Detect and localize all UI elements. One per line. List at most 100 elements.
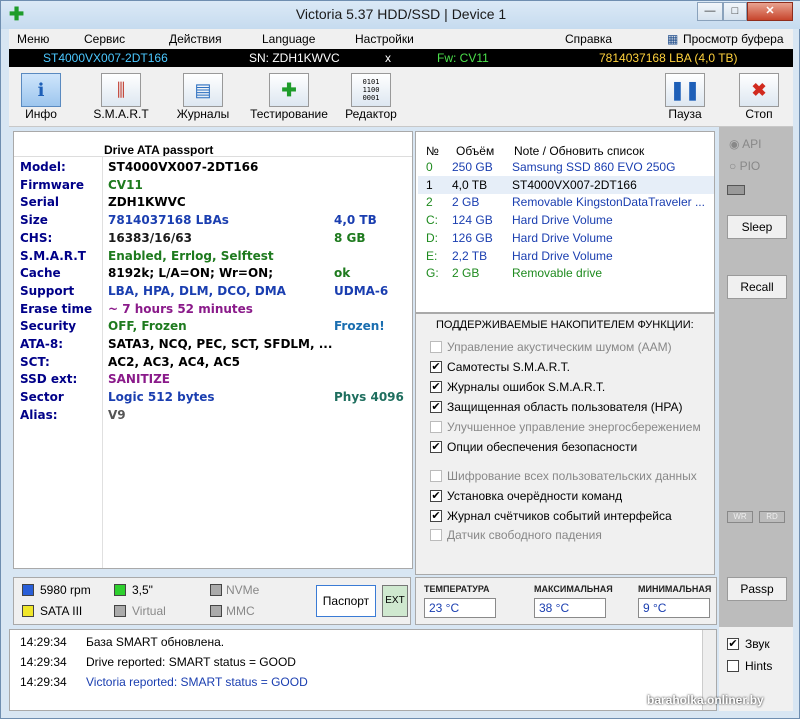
device-note: Hard Drive Volume bbox=[512, 248, 613, 263]
size-label: 3,5" bbox=[132, 583, 153, 597]
buffer-viewer-icon[interactable]: ▦ bbox=[667, 32, 678, 46]
menu-item-service[interactable]: Сервис bbox=[84, 32, 125, 46]
device-n: 1 bbox=[426, 177, 433, 192]
device-n: C: bbox=[426, 213, 438, 228]
checkbox-icon: ✔ bbox=[430, 381, 442, 393]
passport-label: Sector bbox=[20, 390, 64, 405]
passport-value: Logic 512 bytes bbox=[108, 390, 215, 405]
radio-icon: ○ bbox=[729, 159, 737, 173]
title-bar: ✚ Victoria 5.37 HDD/SSD | Device 1 — □ ✕ bbox=[1, 1, 800, 29]
passport-label: CHS: bbox=[20, 230, 53, 245]
device-row[interactable]: D: 126 GB Hard Drive Volume bbox=[418, 229, 714, 247]
passport-panel: Drive ATA passport Model: ST4000VX007-2DT… bbox=[13, 131, 413, 569]
device-row[interactable]: C: 124 GB Hard Drive Volume bbox=[418, 211, 714, 229]
maximize-button[interactable]: □ bbox=[723, 2, 747, 21]
col-num[interactable]: № bbox=[426, 144, 439, 158]
passport-row: Serial ZDH1KWVC bbox=[14, 193, 412, 211]
col-note[interactable]: Note / Обновить список bbox=[514, 144, 644, 158]
log-time: 14:29:34 bbox=[20, 635, 67, 649]
logs-button[interactable]: ▤ Журналы bbox=[175, 73, 231, 121]
minimize-button[interactable]: — bbox=[697, 2, 723, 21]
passport-label: Security bbox=[20, 319, 77, 334]
column-divider bbox=[102, 156, 103, 568]
testing-button[interactable]: ✚ Тестирование bbox=[249, 73, 329, 121]
passport-row: Cache 8192k; L/A=ON; Wr=ON; ok bbox=[14, 264, 412, 282]
editor-binary-icon: 0101 1100 0001 bbox=[351, 73, 391, 107]
device-note: Samsung SSD 860 EVO 250G bbox=[512, 160, 676, 174]
editor-button[interactable]: 0101 1100 0001 Редактор bbox=[343, 73, 399, 121]
main-window: ✚ Victoria 5.37 HDD/SSD | Device 1 — □ ✕… bbox=[0, 0, 800, 719]
stop-x-icon: ✖ bbox=[739, 73, 779, 107]
legend-panel: 5980 rpm 3,5" NVMe SATA III Virtual MMC … bbox=[13, 577, 411, 625]
sata-label: SATA III bbox=[40, 604, 83, 618]
device-note: Hard Drive Volume bbox=[512, 213, 613, 228]
passport-label: S.M.A.R.T bbox=[20, 248, 86, 263]
infobar-lba: 7814037168 LBA (4,0 TB) bbox=[599, 51, 738, 65]
passport-label: SSD ext: bbox=[20, 372, 78, 387]
col-size[interactable]: Объём bbox=[456, 144, 494, 158]
sleep-button[interactable]: Sleep bbox=[727, 215, 787, 239]
infobar-serial: SN: ZDH1KWVC bbox=[249, 51, 340, 65]
passport-row: Support LBA, HPA, DLM, DCO, DMA UDMA-6 bbox=[14, 282, 412, 300]
device-n: 0 bbox=[426, 160, 433, 174]
passport-title: Drive ATA passport bbox=[104, 143, 214, 157]
passport-row: SSD ext: SANITIZE bbox=[14, 370, 412, 388]
device-n: E: bbox=[426, 248, 438, 263]
menu-item-help[interactable]: Справка bbox=[565, 32, 612, 46]
close-button[interactable]: ✕ bbox=[747, 2, 793, 21]
ext-button[interactable]: EXT bbox=[382, 585, 408, 617]
hints-label: Hints bbox=[745, 659, 773, 673]
rpm-label: 5980 rpm bbox=[40, 583, 91, 597]
device-n: G: bbox=[426, 266, 439, 281]
function-label: Установка очерёдности команд bbox=[447, 489, 623, 503]
passport-button[interactable]: Паспорт bbox=[316, 585, 376, 617]
device-note: Removable KingstonDataTraveler ... bbox=[512, 195, 705, 210]
menu-item-actions[interactable]: Действия bbox=[169, 32, 222, 46]
menu-item-buffer-viewer[interactable]: Просмотр буфера bbox=[683, 32, 784, 46]
pio-radio[interactable]: ○ PIO bbox=[729, 159, 760, 173]
indicator-led bbox=[727, 185, 745, 195]
sata-swatch bbox=[22, 605, 34, 617]
device-row[interactable]: 2 2 GB Removable KingstonDataTraveler ... bbox=[418, 193, 714, 211]
menu-item-settings[interactable]: Настройки bbox=[355, 32, 414, 46]
checkbox-icon: ✔ bbox=[430, 361, 442, 373]
recall-button[interactable]: Recall bbox=[727, 275, 787, 299]
min-temp-value: 9 °C bbox=[638, 598, 710, 618]
menu-item-menu[interactable]: Меню bbox=[17, 32, 49, 46]
functions-title: ПОДДЕРЖИВАЕМЫЕ НАКОПИТЕЛЕМ ФУНКЦИИ: bbox=[436, 319, 694, 331]
watermark: baraholka.onliner.by bbox=[647, 693, 764, 707]
device-size: 2 GB bbox=[452, 195, 480, 210]
right-sidebar: ◉ API ○ PIO Sleep Recall WR RD Passp bbox=[719, 127, 793, 627]
function-label: Защищенная область пользователя (HPA) bbox=[447, 400, 683, 414]
device-note: Hard Drive Volume bbox=[512, 230, 613, 245]
temp-value: 23 °C bbox=[424, 598, 496, 618]
smart-button[interactable]: ⫼ S.M.A.R.T bbox=[93, 73, 149, 121]
device-row[interactable]: E: 2,2 TB Hard Drive Volume bbox=[418, 247, 714, 265]
info-button[interactable]: ℹ Инфо bbox=[19, 73, 63, 121]
passp-button[interactable]: Passp bbox=[727, 577, 787, 601]
device-row[interactable]: 1 4,0 TB ST4000VX007-2DT166 bbox=[418, 175, 714, 194]
checkbox-icon: ✔ bbox=[727, 638, 739, 650]
api-radio[interactable]: ◉ API bbox=[729, 137, 762, 151]
passport-label: Model: bbox=[20, 160, 66, 174]
testing-label: Тестирование bbox=[250, 107, 328, 121]
passport-extra: ok bbox=[334, 266, 351, 281]
checkbox-icon bbox=[430, 529, 442, 541]
stop-button[interactable]: ✖ Стоп bbox=[737, 73, 781, 121]
device-n: D: bbox=[426, 230, 438, 245]
device-row[interactable]: 0 250 GB Samsung SSD 860 EVO 250G bbox=[418, 158, 714, 176]
checkbox-icon bbox=[430, 341, 442, 353]
infobar-model: ST4000VX007-2DT166 bbox=[43, 51, 168, 65]
pause-button[interactable]: ❚❚ Пауза bbox=[663, 73, 707, 121]
passport-row: Firmware CV11 bbox=[14, 176, 412, 194]
infobar-close[interactable]: x bbox=[385, 51, 391, 65]
pause-label: Пауза bbox=[668, 107, 702, 121]
testing-plus-icon: ✚ bbox=[269, 73, 309, 107]
function-label: Улучшенное управление энергосбережением bbox=[447, 420, 701, 434]
menu-item-language[interactable]: Language bbox=[262, 32, 315, 46]
nvme-label: NVMe bbox=[226, 583, 260, 597]
info-icon: ℹ bbox=[21, 73, 61, 107]
info-label: Инфо bbox=[25, 107, 57, 121]
passport-value: ST4000VX007-2DT166 bbox=[108, 160, 259, 174]
device-row[interactable]: G: 2 GB Removable drive bbox=[418, 264, 714, 282]
